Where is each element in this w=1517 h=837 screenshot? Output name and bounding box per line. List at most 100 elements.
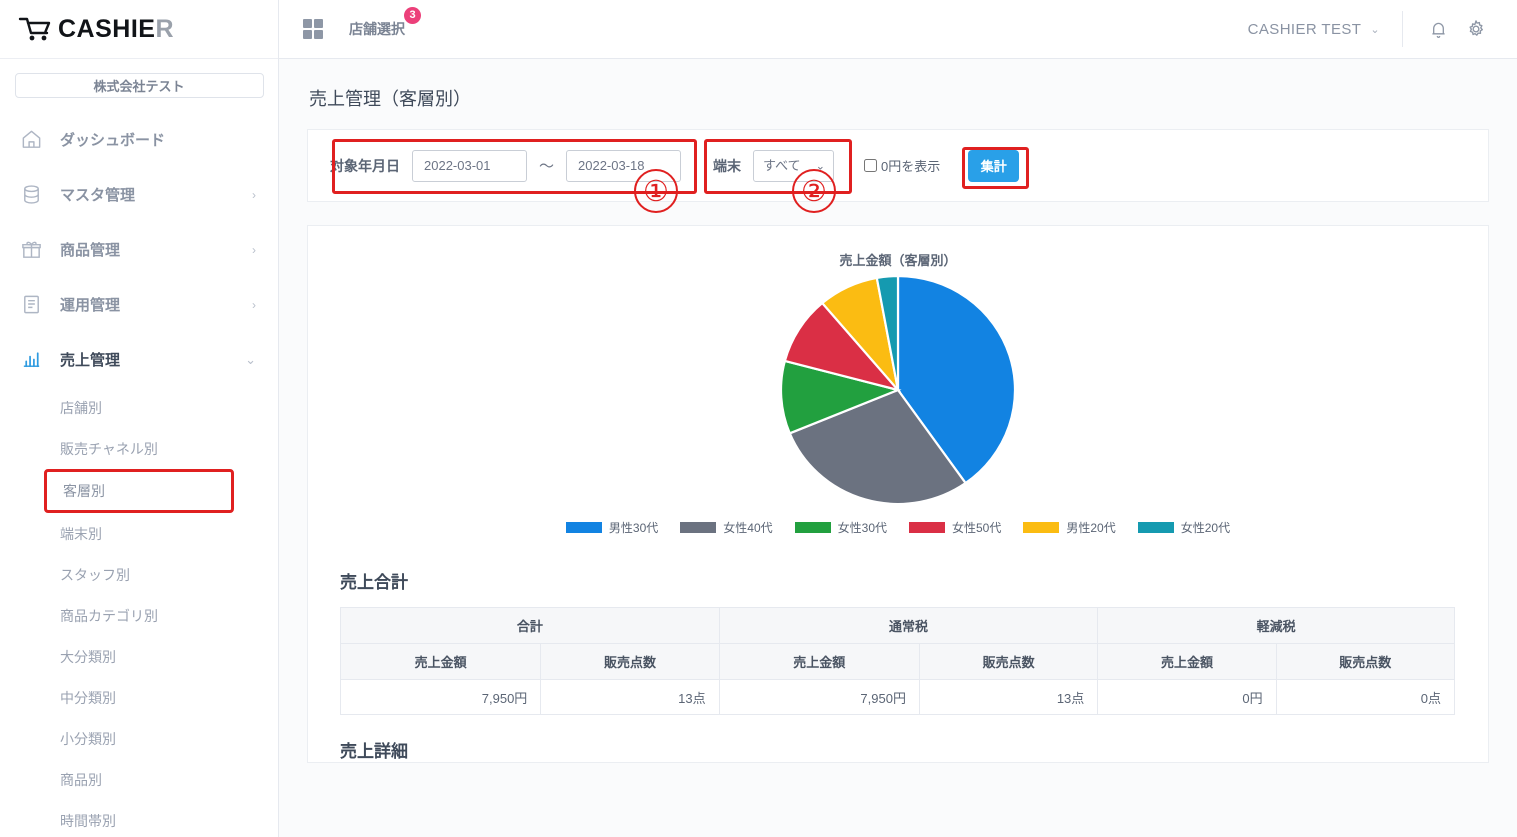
filter-panel: 対象年月日 〜 端末 すべて ⌄ 0円を表示 集計: [307, 129, 1489, 202]
sidebar-subitem-terminal[interactable]: 端末別: [0, 513, 278, 554]
settings-gear-icon[interactable]: [1457, 10, 1495, 48]
legend-item[interactable]: 女性20代: [1137, 519, 1231, 536]
chevron-right-icon: ›: [252, 297, 256, 312]
sidebar-item-label: ダッシュボード: [60, 132, 166, 149]
pie-chart-area: [308, 275, 1488, 505]
sidebar-subitem-label: 商品別: [60, 771, 102, 788]
sidebar-subitem-label: 客層別: [63, 483, 105, 499]
chevron-down-icon: ⌄: [245, 352, 256, 367]
summary-group-header: 通常税: [718, 607, 1099, 644]
brand-logo[interactable]: CASHIER: [0, 0, 278, 59]
sidebar-item-master[interactable]: マスタ管理 ›: [0, 167, 278, 222]
sidebar: CASHIER 株式会社テスト ダッシュボード マスタ管理 › 商品管理 › 運…: [0, 0, 279, 837]
sidebar-item-operations[interactable]: 運用管理 ›: [0, 277, 278, 332]
sidebar-subitem-category[interactable]: 商品カテゴリ別: [0, 595, 278, 636]
gift-icon: [18, 237, 44, 263]
page-title: 売上管理（客層別）: [309, 89, 471, 109]
user-menu[interactable]: CASHIER TEST ⌄: [1248, 11, 1403, 47]
sidebar-subitem-label: 商品カテゴリ別: [60, 607, 158, 624]
summary-cell: 13点: [918, 679, 1099, 715]
top-bar: 店舗選択 3 CASHIER TEST ⌄: [279, 0, 1517, 59]
sidebar-subitem-minor-class[interactable]: 小分類別: [0, 718, 278, 759]
notification-bell-icon[interactable]: [1419, 10, 1457, 48]
legend-swatch: [1023, 522, 1060, 533]
pie-chart: [779, 275, 1017, 505]
company-name-label: 株式会社テスト: [93, 79, 185, 94]
zero-yen-checkbox-wrapper[interactable]: 0円を表示: [864, 156, 940, 175]
summary-table-head: 合計 通常税 軽減税 売上金額 販売点数 売上金額 販売点数 売上金額 販売点数: [339, 607, 1456, 680]
store-select-label: 店舗選択: [349, 21, 405, 37]
store-select-button[interactable]: 店舗選択 3: [349, 7, 421, 39]
sidebar-subitem-channel[interactable]: 販売チャネル別: [0, 428, 278, 469]
sidebar-item-products[interactable]: 商品管理 ›: [0, 222, 278, 277]
sidebar-subitem-customer-segment[interactable]: 客層別: [44, 469, 234, 513]
summary-cell: 0点: [1275, 679, 1456, 715]
document-icon: [18, 292, 44, 318]
top-bar-right: CASHIER TEST ⌄: [1248, 10, 1495, 48]
main-navigation: ダッシュボード マスタ管理 › 商品管理 › 運用管理 › 売上管理 ⌄ 店舗別…: [0, 112, 278, 837]
date-range-label: 対象年月日: [330, 157, 400, 174]
summary-sub-header-row: 売上金額 販売点数 売上金額 販売点数 売上金額 販売点数: [339, 643, 1456, 680]
legend-swatch: [909, 522, 945, 533]
legend-label: 女性20代: [1180, 521, 1231, 535]
summary-sub-header: 販売点数: [540, 643, 720, 680]
terminal-select-wrapper: すべて ⌄: [753, 149, 835, 182]
brand-name: CASHIER: [58, 14, 175, 43]
summary-table-body: 7,950円 13点 7,950円 13点 0円 0点: [339, 679, 1456, 715]
user-name-label: CASHIER TEST: [1247, 20, 1362, 38]
sidebar-subitem-label: 大分類別: [60, 648, 116, 665]
summary-group-header: 合計: [340, 607, 720, 644]
shopping-cart-icon: [18, 16, 52, 42]
summary-sub-header: 販売点数: [1275, 643, 1456, 680]
summary-group-header: 軽減税: [1097, 607, 1455, 644]
legend-item[interactable]: 女性40代: [680, 519, 773, 536]
legend-item[interactable]: 女性50代: [909, 519, 1001, 536]
summary-sub-header: 売上金額: [1097, 643, 1277, 680]
date-to-input[interactable]: [566, 149, 682, 182]
legend-label: 男性20代: [1066, 521, 1116, 535]
summary-cell: 7,950円: [718, 679, 920, 715]
sidebar-item-sales[interactable]: 売上管理 ⌄: [0, 332, 278, 387]
zero-yen-label: 0円を表示: [881, 159, 941, 174]
summary-table: 合計 通常税 軽減税 売上金額 販売点数 売上金額 販売点数 売上金額 販売点数: [339, 607, 1456, 715]
legend-item[interactable]: 男性30代: [565, 519, 658, 536]
summary-cell: 13点: [540, 679, 720, 715]
sidebar-subitem-timeslot[interactable]: 時間帯別: [0, 800, 278, 837]
table-row: 7,950円 13点 7,950円 13点 0円 0点: [339, 679, 1456, 715]
store-count-badge: 3: [404, 7, 421, 24]
legend-label: 女性40代: [723, 521, 773, 535]
sidebar-subitem-store[interactable]: 店舗別: [0, 387, 278, 428]
sidebar-item-dashboard[interactable]: ダッシュボード: [0, 112, 278, 167]
zero-yen-checkbox[interactable]: [864, 159, 878, 172]
sidebar-subitem-middle-class[interactable]: 中分類別: [0, 677, 278, 718]
app-grid-icon[interactable]: [303, 19, 323, 39]
sidebar-subitem-product[interactable]: 商品別: [0, 759, 278, 800]
chevron-down-icon: ⌄: [1370, 23, 1380, 36]
date-from-input[interactable]: [412, 149, 527, 182]
summary-cell: 7,950円: [339, 679, 542, 715]
aggregate-button[interactable]: 集計: [968, 149, 1020, 182]
app-root: CASHIER 株式会社テスト ダッシュボード マスタ管理 › 商品管理 › 運…: [0, 0, 1517, 837]
home-icon: [18, 127, 44, 153]
legend-swatch: [565, 522, 602, 533]
sidebar-item-label: マスタ管理: [60, 187, 136, 204]
chevron-right-icon: ›: [252, 242, 256, 257]
chevron-right-icon: ›: [252, 187, 256, 202]
sidebar-subitem-major-class[interactable]: 大分類別: [0, 636, 278, 677]
legend-swatch: [1137, 522, 1174, 533]
sidebar-subitem-staff[interactable]: スタッフ別: [0, 554, 278, 595]
company-name-chip: 株式会社テスト: [14, 73, 264, 98]
sidebar-subitem-label: 小分類別: [60, 730, 116, 747]
sidebar-item-label: 売上管理: [60, 352, 121, 369]
sidebar-subitem-label: 中分類別: [60, 689, 116, 706]
sidebar-subitem-label: スタッフ別: [60, 566, 130, 583]
summary-sub-header: 売上金額: [718, 643, 920, 680]
legend-item[interactable]: 男性20代: [1023, 519, 1116, 536]
terminal-select[interactable]: すべて: [753, 149, 835, 182]
summary-group-header-row: 合計 通常税 軽減税: [340, 607, 1455, 644]
summary-sub-header: 売上金額: [339, 643, 542, 680]
main-area: 店舗選択 3 CASHIER TEST ⌄ 売上管理（客層別） 対象年月日 20…: [279, 0, 1517, 837]
summary-cell: 0円: [1097, 679, 1277, 715]
legend-item[interactable]: 女性30代: [794, 519, 887, 536]
sidebar-subitem-label: 販売チャネル別: [60, 440, 158, 457]
